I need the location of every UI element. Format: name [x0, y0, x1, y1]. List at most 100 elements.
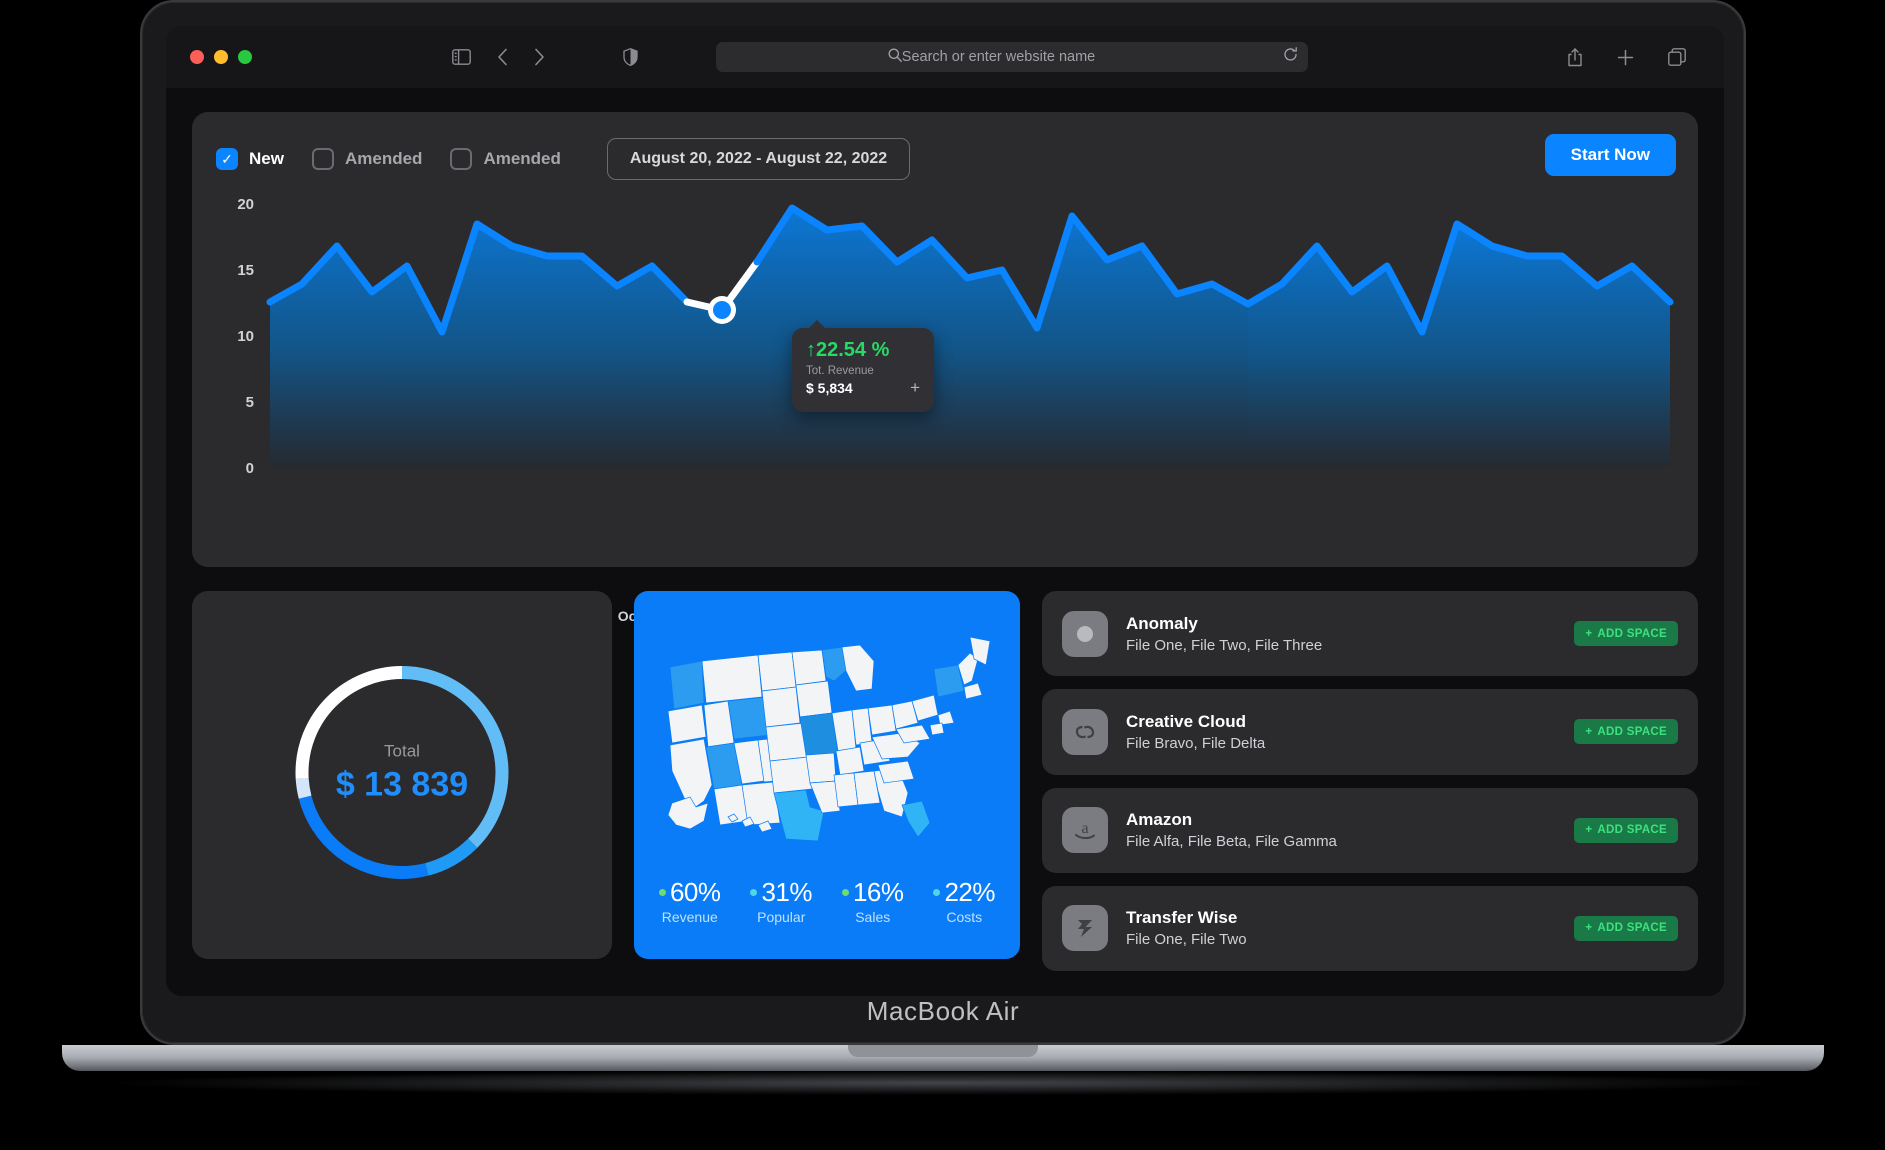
minimize-window-button[interactable] — [214, 50, 228, 64]
legend-percent: 22% — [944, 877, 996, 907]
close-window-button[interactable] — [190, 50, 204, 64]
tooltip-footer: $ 5,834 + — [806, 378, 920, 398]
laptop-screen: Search or enter website name ✓ New Amend… — [166, 26, 1724, 996]
legend-label: Costs — [946, 909, 983, 925]
list-item[interactable]: Anomaly File One, File Two, File Three +… — [1042, 591, 1698, 677]
chevron-right-icon[interactable] — [534, 48, 545, 66]
zoom-window-button[interactable] — [238, 50, 252, 64]
anomaly-icon — [1062, 610, 1108, 657]
checkbox-amended-1[interactable] — [311, 148, 334, 170]
plus-icon[interactable]: + — [910, 378, 920, 398]
checkbox-new[interactable]: ✓ — [216, 148, 238, 170]
state-oh — [867, 704, 897, 736]
reload-icon[interactable] — [1283, 47, 1298, 67]
area-chart: 20 15 10 5 0 ↑22.54 % Tot. Revenue $ 5,8… — [192, 196, 1698, 624]
search-input[interactable]: Search or enter website name — [714, 49, 1283, 65]
tooltip-metric-label: Tot. Revenue — [806, 365, 874, 377]
app-name: Anomaly — [1126, 613, 1198, 633]
add-space-label: ADD SPACE — [1597, 627, 1667, 640]
state-fl — [901, 800, 931, 838]
app-name: Creative Cloud — [1126, 711, 1246, 731]
legend-item-revenue: 60% Revenue — [658, 877, 721, 925]
state-sd — [761, 686, 801, 728]
laptop-model-label: MacBook Air — [866, 996, 1020, 1026]
date-range-picker[interactable]: August 20, 2022 - August 22, 2022 — [606, 138, 911, 180]
browser-action-icons — [1567, 47, 1686, 67]
legend-label: Revenue — [661, 909, 718, 925]
legend-dot-icon — [841, 889, 849, 896]
tab-overview-icon[interactable] — [1668, 48, 1686, 66]
chart-tooltip: ↑22.54 % Tot. Revenue $ 5,834 + — [792, 320, 934, 412]
browser-toolbar: Search or enter website name — [166, 26, 1724, 88]
add-space-button[interactable]: + ADD SPACE — [1574, 915, 1678, 941]
state-tn — [835, 746, 865, 776]
list-item-text: Anomaly File One, File Two, File Three — [1126, 614, 1574, 654]
state-ma — [963, 682, 983, 700]
share-icon[interactable] — [1567, 47, 1583, 67]
dashboard-bottom-row: Total $ 13 839 60% Revenue 31% Popular 1… — [192, 591, 1698, 971]
list-item[interactable]: Transfer Wise File One, File Two + ADD S… — [1042, 885, 1698, 971]
filter-amended-2[interactable]: Amended — [450, 148, 561, 170]
list-item-text: Creative Cloud File Bravo, File Delta — [1126, 712, 1574, 752]
connected-apps-list: Anomaly File One, File Two, File Three +… — [1042, 591, 1698, 971]
filter-new[interactable]: ✓ New — [216, 148, 284, 170]
add-space-label: ADD SPACE — [1597, 824, 1667, 837]
state-mn — [791, 649, 827, 686]
plus-icon[interactable] — [1617, 49, 1634, 66]
filter-label-new: New — [249, 149, 284, 168]
legend-item-popular: 31% Popular — [750, 877, 813, 925]
app-name: Amazon — [1126, 810, 1193, 830]
usa-map-card: 60% Revenue 31% Popular 16% Sales 22% Co… — [634, 591, 1020, 959]
address-bar[interactable]: Search or enter website name — [716, 42, 1308, 72]
state-ks — [769, 756, 813, 794]
add-space-button[interactable]: + ADD SPACE — [1574, 817, 1678, 843]
filter-amended-1[interactable]: Amended — [311, 148, 423, 170]
sidebar-icon[interactable] — [452, 49, 471, 65]
privacy-shield-icon[interactable] — [623, 48, 638, 66]
add-space-button[interactable]: + ADD SPACE — [1574, 719, 1678, 745]
chevron-left-icon[interactable] — [497, 48, 508, 66]
plus-icon: + — [1585, 824, 1593, 837]
app-name: Transfer Wise — [1126, 908, 1238, 928]
amazon-icon: a — [1062, 807, 1108, 854]
donut-total-label: Total — [384, 741, 420, 760]
state-sc — [877, 760, 915, 784]
state-nd — [757, 651, 797, 692]
checkbox-amended-2[interactable] — [450, 148, 473, 170]
legend-label: Sales — [855, 909, 891, 925]
donut-total-value: $ 13 839 — [335, 765, 469, 803]
creative-cloud-icon — [1062, 708, 1108, 755]
list-item[interactable]: a Amazon File Alfa, File Beta, File Gamm… — [1042, 787, 1698, 873]
chart-filter-controls: ✓ New Amended Amended August 20, 2022 - … — [216, 138, 911, 180]
chart-canvas — [266, 204, 1674, 466]
plus-icon: + — [1585, 627, 1593, 640]
plus-icon: + — [1585, 922, 1593, 935]
start-now-button[interactable]: Start Now — [1544, 134, 1676, 176]
usa-map — [646, 625, 1008, 851]
browser-nav-icons — [452, 48, 638, 66]
laptop-base-notch — [847, 1045, 1038, 1057]
transferwise-icon — [1062, 905, 1108, 952]
state-mi — [841, 644, 875, 692]
filter-label-amended-1: Amended — [344, 149, 423, 168]
add-space-label: ADD SPACE — [1597, 922, 1667, 935]
legend-item-costs: 22% Costs — [933, 877, 996, 925]
total-donut-card: Total $ 13 839 — [192, 591, 612, 959]
laptop-shadow — [120, 1071, 1766, 1095]
state-wa — [669, 660, 705, 710]
address-bar-container: Search or enter website name — [716, 42, 1308, 72]
legend-dot-icon — [658, 889, 666, 896]
app-files: File Bravo, File Delta — [1126, 734, 1266, 752]
legend-percent: 60% — [669, 877, 721, 907]
revenue-chart-card: ✓ New Amended Amended August 20, 2022 - … — [192, 112, 1698, 624]
state-ar — [805, 752, 837, 784]
app-files: File Alfa, File Beta, File Gamma — [1126, 833, 1337, 851]
svg-text:a: a — [1081, 820, 1088, 837]
state-mt — [701, 654, 763, 704]
state-nj — [937, 710, 955, 726]
filter-label-amended-2: Amended — [483, 149, 561, 168]
add-space-button[interactable]: + ADD SPACE — [1574, 621, 1678, 647]
dashboard-page: ✓ New Amended Amended August 20, 2022 - … — [166, 88, 1724, 996]
legend-item-sales: 16% Sales — [841, 877, 904, 925]
list-item[interactable]: Creative Cloud File Bravo, File Delta + … — [1042, 689, 1698, 775]
